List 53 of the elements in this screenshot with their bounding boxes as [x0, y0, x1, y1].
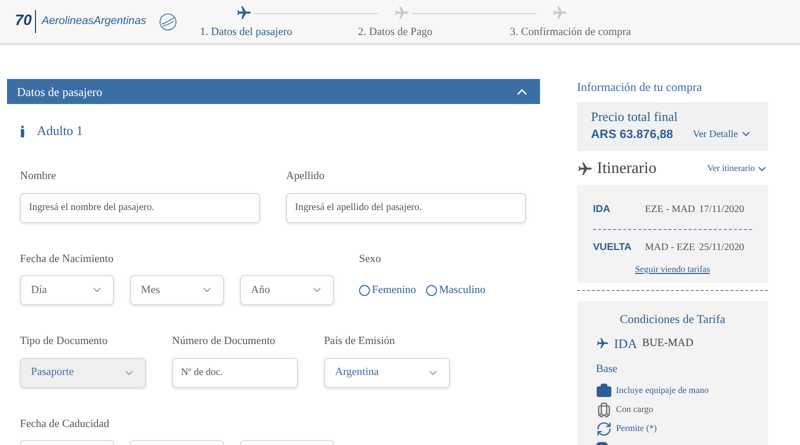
leg-date: 25/11/2020	[699, 241, 744, 255]
suitcase-icon	[596, 402, 612, 418]
field-label: Apellido	[286, 169, 326, 184]
leg-direction: IDA	[593, 202, 612, 216]
fare-name: Base	[596, 362, 618, 377]
condition-text: Incluye equipaje de mano	[616, 384, 709, 397]
dropdown[interactable]: Argentina	[324, 358, 450, 388]
leg-route: MAD - EZE	[645, 241, 696, 255]
fare-conditions-title: Condiciones de Tarifa	[620, 310, 726, 328]
input-field[interactable]: Nº de doc.	[172, 358, 298, 388]
dropdown[interactable]: Día	[20, 275, 114, 305]
price-label: Precio total final	[591, 109, 679, 125]
field-label: Fecha de Caducidad	[20, 416, 110, 432]
radio-button[interactable]	[359, 284, 370, 296]
logo-text: AerolineasArgentinas	[42, 14, 146, 30]
sidebar-title: Información de tu compra	[577, 79, 703, 96]
direction-label: IDA	[614, 334, 638, 352]
condition-text: Permite (*)	[616, 422, 657, 435]
field-label: Tipo de Documento	[20, 334, 109, 349]
leg-direction: VUELTA	[593, 241, 633, 255]
field-label: Sexo	[359, 252, 382, 266]
step-label[interactable]: 1. Datos del pasajero	[200, 24, 292, 41]
itinerary-link[interactable]: Ver itinerario	[707, 162, 768, 176]
more-fares-link[interactable]: Seguir viendo tarifas	[635, 263, 710, 276]
airplane-icon	[596, 336, 609, 350]
refresh-icon	[596, 420, 612, 436]
step-label[interactable]: 3. Confirmación de compra	[510, 24, 631, 41]
condition-text: Con cargo	[616, 402, 654, 416]
briefcase-icon	[596, 382, 612, 398]
globe-logo-icon	[158, 12, 178, 32]
leg-route: EZE - MAD	[645, 202, 696, 216]
itinerary-title: Itinerario	[597, 159, 657, 179]
field-label: País de Emisión	[324, 334, 396, 349]
airplane-icon	[577, 161, 593, 177]
input-field[interactable]: Ingresá el apellido del pasajero.	[286, 192, 526, 222]
section-header[interactable]: Datos de pasajero	[7, 79, 540, 104]
dropdown[interactable]: Año	[240, 275, 334, 305]
route-label: BUE-MAD	[642, 336, 694, 351]
radio-label[interactable]: Femenino	[372, 282, 416, 298]
details-link[interactable]: Ver Detalle	[692, 126, 752, 142]
leg-date: 17/11/2020	[699, 202, 744, 216]
step-label[interactable]: 2. Datos de Pago	[358, 24, 433, 41]
radio-label[interactable]: Masculino	[439, 282, 486, 298]
field-label: Número de Documento	[172, 334, 276, 349]
field-label: Nombre	[20, 169, 58, 184]
field-label: Fecha de Nacimiento	[20, 252, 114, 266]
person-icon	[20, 124, 25, 138]
logo-number: 70	[15, 10, 36, 33]
price: ARS 63.876,88	[591, 126, 674, 143]
dropdown[interactable]: Mes	[130, 275, 224, 305]
passenger-title: Adulto 1	[37, 122, 83, 140]
input-field[interactable]: Ingresá el nombre del pasajero.	[20, 192, 260, 222]
radio-button[interactable]	[426, 284, 437, 296]
